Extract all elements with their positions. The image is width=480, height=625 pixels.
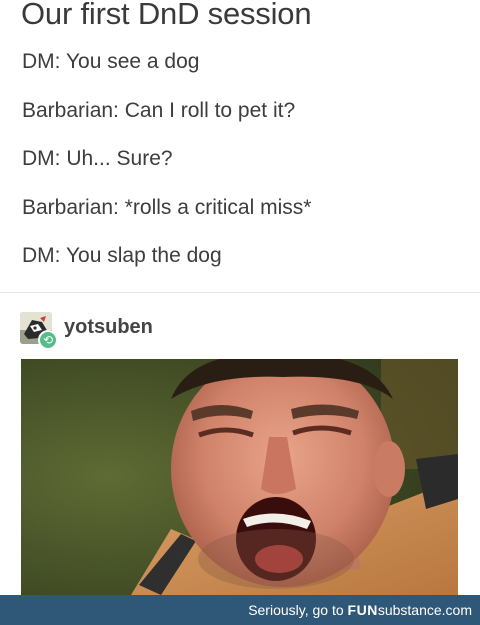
screaming-man-photo [21, 359, 458, 595]
reblog-username[interactable]: yotsuben [64, 316, 153, 339]
watermark-domain: .com [441, 602, 472, 618]
watermark-text[interactable]: Seriously, go to FUNsubstance.com [248, 602, 472, 618]
dialogue-line: DM: You see a dog [22, 50, 200, 73]
watermark-brand-bold: FUN [347, 602, 378, 618]
dialogue-line: Barbarian: *rolls a critical miss* [22, 196, 312, 219]
reblog-header[interactable]: ⟲ yotsuben [20, 312, 320, 352]
dialogue-line: Barbarian: Can I roll to pet it? [22, 99, 296, 122]
watermark-bar: Seriously, go to FUNsubstance.com [0, 595, 480, 625]
dialogue-line: DM: Uh... Sure? [22, 147, 173, 170]
photo-illustration [21, 359, 458, 595]
post-divider [0, 292, 480, 293]
watermark-brand-rest: substance [377, 602, 442, 618]
reblog-icon: ⟲ [38, 330, 58, 350]
dialogue-line: DM: You slap the dog [22, 244, 222, 267]
post-title: Our first DnD session [21, 0, 312, 31]
watermark-prefix: Seriously, go to [248, 602, 348, 618]
